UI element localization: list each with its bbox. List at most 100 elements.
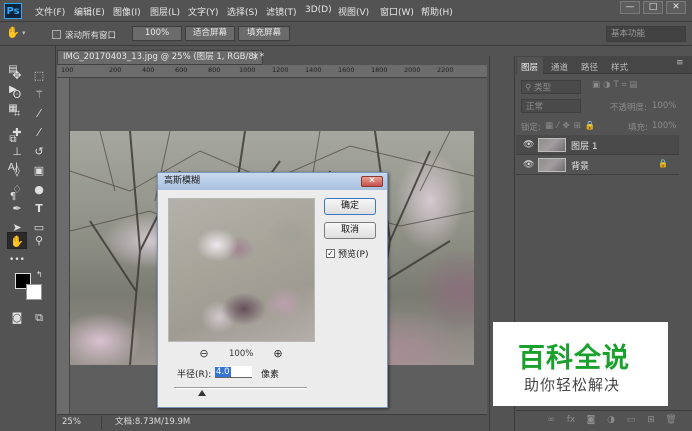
hand-icon[interactable]: ✋ xyxy=(7,232,27,249)
blur-preview-image[interactable] xyxy=(168,198,315,342)
gaussian-blur-dialog: 高斯模糊 ✕ 确定 取消 ✓ 预览(P) ⊖ 100% ⊕ 半径(R): 4.0… xyxy=(157,172,388,408)
radius-label: 半径(R): xyxy=(177,370,212,380)
preview-label: 预览(P) xyxy=(338,250,369,260)
fx-icon[interactable]: fx xyxy=(565,413,577,427)
magic-wand-icon[interactable]: ⚚ xyxy=(29,86,49,103)
document-tab[interactable]: IMG_20170403_13.jpg @ 25% (图层 1, RGB/8) … xyxy=(57,50,265,65)
document-info: 文档:8.73M/19.9M xyxy=(115,417,191,427)
workspace-select[interactable]: 基本功能 xyxy=(606,26,686,42)
filter-kind-label: 类型 xyxy=(534,83,552,93)
visibility-eye-icon[interactable]: 👁 xyxy=(523,160,534,170)
group-icon[interactable]: ▭ xyxy=(625,413,637,427)
adjustment-icon[interactable]: ◑ xyxy=(605,413,617,427)
new-layer-icon[interactable]: ⊞ xyxy=(645,413,657,427)
dodge-icon[interactable]: ● xyxy=(29,181,49,198)
zoom-level-field[interactable]: 25% xyxy=(62,416,102,429)
scroll-all-windows-checkbox[interactable] xyxy=(52,30,61,39)
watermark-title: 百科全说 xyxy=(518,343,630,374)
layer-thumbnail xyxy=(538,158,566,172)
ruler-tick: 1800 xyxy=(371,66,388,74)
panel-menu-icon[interactable]: ≡ xyxy=(676,58,684,68)
ruler-tick: 2200 xyxy=(437,66,454,74)
actions-panel-icon[interactable]: ▶ xyxy=(4,82,22,98)
layer-filter-icons[interactable]: ▣◑T⌗▤ xyxy=(592,80,640,90)
radius-slider-track[interactable] xyxy=(174,387,307,389)
type-icon[interactable]: T xyxy=(29,200,49,217)
menu-type[interactable]: 文字(Y) xyxy=(188,5,219,18)
fill-value[interactable]: 100% xyxy=(652,121,676,131)
cancel-button[interactable]: 取消 xyxy=(324,222,376,239)
photoshop-logo: Ps xyxy=(4,3,22,19)
menu-image[interactable]: 图像(I) xyxy=(113,5,141,18)
tab-styles[interactable]: 样式 xyxy=(611,61,628,73)
layer-row-layer1[interactable]: 👁 图层 1 xyxy=(516,135,679,155)
lock-label: 锁定: xyxy=(521,123,541,133)
eyedropper-icon[interactable]: ⁄ xyxy=(29,105,49,122)
restore-button[interactable]: □ xyxy=(643,1,663,14)
history-panel-icon[interactable]: ▤ xyxy=(4,62,22,78)
gradient-icon[interactable]: ▣ xyxy=(29,162,49,179)
more-tools-icon[interactable]: ••• xyxy=(7,252,27,269)
ruler-tick: 800 xyxy=(208,66,221,74)
watermark-subtitle: 助你轻松解决 xyxy=(524,376,621,394)
menu-file[interactable]: 文件(F) xyxy=(35,5,65,18)
screen-mode-icon[interactable]: ⧉ xyxy=(29,309,49,326)
blend-mode-select[interactable]: 正常 xyxy=(521,99,581,113)
radius-slider-thumb[interactable] xyxy=(198,390,206,396)
preview-checkbox[interactable]: ✓ xyxy=(326,249,335,258)
fill-label: 填充: xyxy=(628,123,648,133)
dialog-close-button[interactable]: ✕ xyxy=(361,176,383,187)
dialog-title: 高斯模糊 xyxy=(158,173,387,190)
swap-colors-icon[interactable]: ↰ xyxy=(36,270,46,280)
opacity-value[interactable]: 100% xyxy=(652,101,676,111)
zoom-icon[interactable]: ⚲ xyxy=(29,232,49,249)
paragraph-panel-icon[interactable]: ¶ xyxy=(4,189,22,205)
ok-button[interactable]: 确定 xyxy=(324,198,376,215)
visibility-eye-icon[interactable]: 👁 xyxy=(523,140,534,150)
ruler-tick: 100 xyxy=(61,66,74,74)
fill-screen-button[interactable]: 填充屏幕 xyxy=(238,26,290,41)
tab-close-icon[interactable]: × xyxy=(252,51,259,64)
link-icon[interactable]: ∞ xyxy=(545,413,557,427)
zoom-out-icon[interactable]: ⊖ xyxy=(198,348,210,360)
menu-3d[interactable]: 3D(D) xyxy=(305,5,332,15)
tab-channels[interactable]: 通道 xyxy=(551,61,568,73)
hand-tool-preset-icon[interactable]: ✋ xyxy=(6,26,20,40)
radius-input[interactable]: 4.0 xyxy=(215,366,252,378)
layer-row-background[interactable]: 👁 背景 🔒 xyxy=(516,155,679,175)
menu-filter[interactable]: 滤镜(T) xyxy=(266,5,297,18)
horizontal-ruler: 100 200 400 600 800 1000 1200 1400 1600 … xyxy=(57,65,487,78)
search-icon: ⚲ xyxy=(525,83,532,93)
minimize-button[interactable]: — xyxy=(620,1,640,14)
fit-screen-button[interactable]: 适合屏幕 xyxy=(185,26,235,41)
menu-select[interactable]: 选择(S) xyxy=(227,5,258,18)
quick-mask-icon[interactable]: ◙ xyxy=(7,309,27,326)
mask-icon[interactable]: ◙ xyxy=(585,413,597,427)
properties-panel-icon[interactable]: ▦ xyxy=(4,101,22,117)
character-panel-icon[interactable]: A| xyxy=(4,160,22,176)
opacity-label: 不透明度: xyxy=(610,103,647,113)
menu-layer[interactable]: 图层(L) xyxy=(150,5,180,18)
menu-edit[interactable]: 编辑(E) xyxy=(74,5,105,18)
ruler-tick: 400 xyxy=(142,66,155,74)
marquee-icon[interactable]: ⬚ xyxy=(29,67,49,84)
tab-layers[interactable]: 图层 xyxy=(521,61,538,73)
history-brush-icon[interactable]: ↺ xyxy=(29,143,49,160)
vertical-ruler xyxy=(57,78,70,414)
menu-window[interactable]: 窗口(W) xyxy=(380,5,414,18)
brush-icon[interactable]: ⁄ xyxy=(29,124,49,141)
close-window-button[interactable]: ✕ xyxy=(666,1,686,14)
zoom-in-icon[interactable]: ⊕ xyxy=(272,348,284,360)
trash-icon[interactable]: 🗑 xyxy=(665,413,677,427)
menu-view[interactable]: 视图(V) xyxy=(338,5,369,18)
zoom-100-button[interactable]: 100% xyxy=(132,26,182,41)
tab-paths[interactable]: 路径 xyxy=(581,61,598,73)
radius-value: 4.0 xyxy=(215,367,231,377)
background-color-swatch[interactable] xyxy=(26,284,42,300)
filter-kind-select[interactable]: ⚲ 类型 xyxy=(521,80,581,94)
document-tab-title: IMG_20170403_13.jpg @ 25% (图层 1, RGB/8) … xyxy=(63,52,265,62)
menu-help[interactable]: 帮助(H) xyxy=(421,5,453,18)
clone-source-icon[interactable]: ⧉ xyxy=(4,132,22,148)
lock-icons[interactable]: ▦⁄✥⊞🔒 xyxy=(545,121,599,131)
chevron-down-icon[interactable]: ▾ xyxy=(22,29,30,37)
